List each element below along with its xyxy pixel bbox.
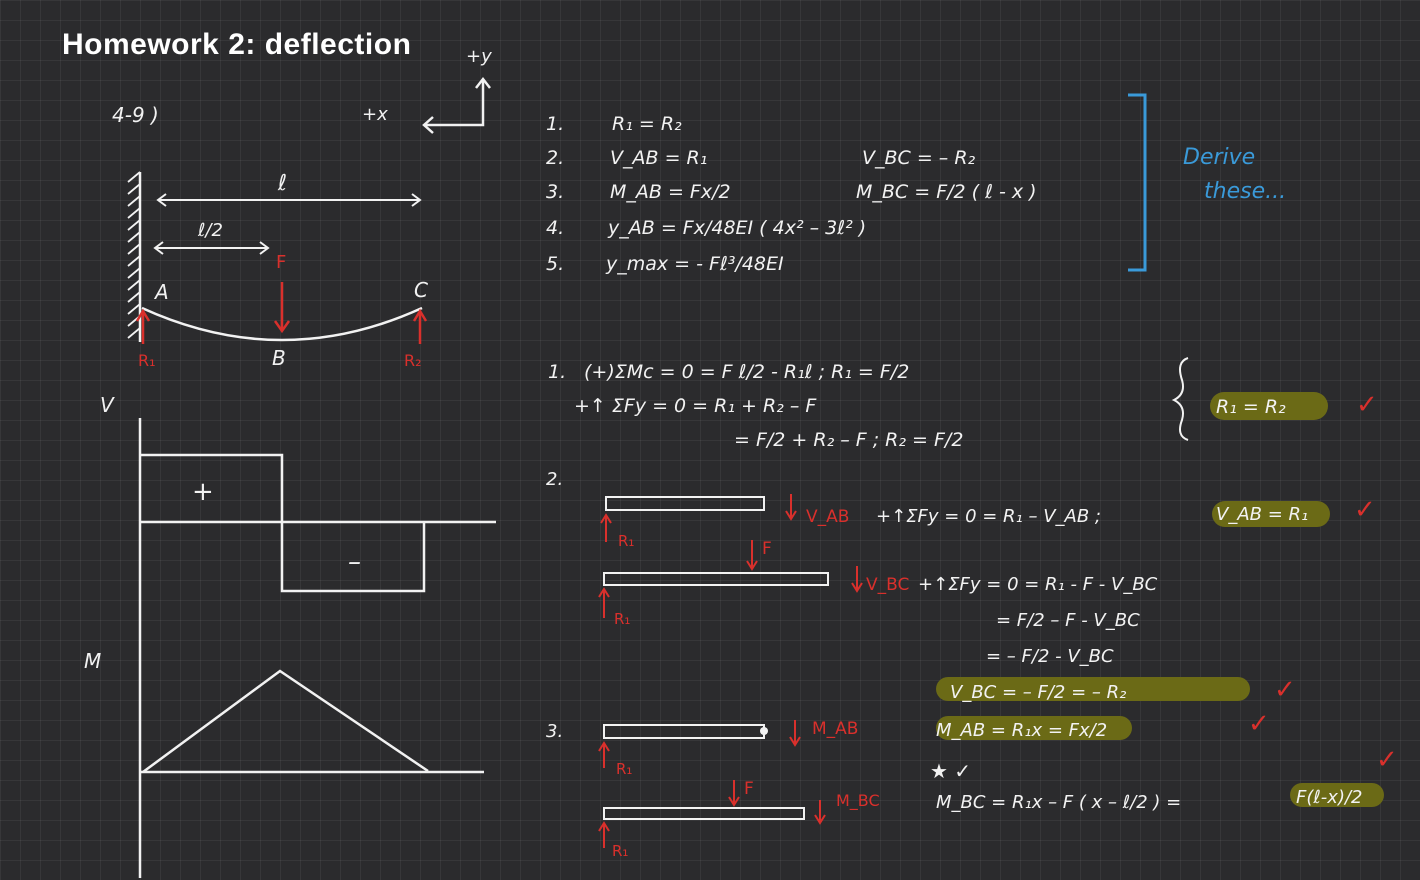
load-arrows xyxy=(135,282,428,344)
length-label: ℓ xyxy=(277,171,287,196)
coordinate-axes xyxy=(422,76,491,134)
shear-plus-sign: + xyxy=(192,477,214,507)
fbd-r1-label: R₁ xyxy=(618,532,634,550)
step-2-equation: = – F/2 - V_BC xyxy=(986,646,1114,667)
force-label: F xyxy=(276,252,286,273)
check-mark: ✓ xyxy=(1356,390,1378,420)
step-number: 1. xyxy=(548,361,566,383)
step-3-result: M_AB = R₁x = Fx/2 xyxy=(936,720,1107,741)
fbd-r1-label: R₁ xyxy=(616,760,632,778)
point-b-label: B xyxy=(272,346,286,370)
step-number: 2. xyxy=(546,469,563,490)
formula-number: 4. xyxy=(546,217,564,239)
formula-number: 5. xyxy=(546,253,564,275)
fbd-shear-label: V_BC xyxy=(866,575,909,595)
step-1-result: R₁ = R₂ xyxy=(1216,396,1286,418)
beam-sketch: ℓ ℓ/2 F A C B R₁ R₂ xyxy=(127,171,428,370)
r1-label: R₁ xyxy=(138,351,156,370)
step-3-result: F(ℓ-x)/2 xyxy=(1296,787,1363,808)
whiteboard-canvas: +y +x 4-9 ) ℓ ℓ/2 F A C B R₁ R₂ V + – M … xyxy=(84,46,1398,878)
formula-right: M_BC = F/2 ( ℓ - x ) xyxy=(856,181,1037,203)
step-2-result: V_AB = R₁ xyxy=(1216,504,1308,525)
fbd-arrows xyxy=(598,540,863,618)
step-3: 3. R₁ M_AB M_AB = R₁x = Fx/2 ✓ R₁ F M_BC… xyxy=(546,709,1398,860)
moment-label: M xyxy=(84,649,101,673)
check-mark: ✓ xyxy=(1354,495,1376,525)
wall-hatching xyxy=(127,171,141,339)
fbd-shear-label: V_AB xyxy=(806,507,849,527)
formula-number: 2. xyxy=(546,147,564,169)
fbd-r1-label: R₁ xyxy=(612,842,628,860)
step-1-line: = F/2 + R₂ – F ; R₂ = F/2 xyxy=(734,429,963,451)
step-1-line: (+)ΣMc = 0 = F ℓ/2 - R₁ℓ ; R₁ = F/2 xyxy=(584,361,909,383)
derive-bracket xyxy=(1128,93,1147,272)
fbd-force-label: F xyxy=(762,539,772,559)
length-dimension xyxy=(153,193,422,255)
formula-number: 3. xyxy=(546,181,564,203)
step-1-line: +↑ ΣFy = 0 = R₁ + R₂ – F xyxy=(574,395,817,417)
point-c-label: C xyxy=(414,278,428,302)
step-3-star: ★ ✓ xyxy=(930,759,971,783)
step-3-equation: M_BC = R₁x – F ( x – ℓ/2 ) = xyxy=(936,792,1181,813)
free-body-bar xyxy=(603,724,765,739)
free-body-bar xyxy=(605,496,765,511)
check-mark: ✓ xyxy=(1376,745,1398,775)
step-2: 2. R₁ V_AB +↑ΣFy = 0 = R₁ – V_AB ; V_AB … xyxy=(546,469,1376,705)
formula-left: R₁ = R₂ xyxy=(612,113,682,135)
check-mark: ✓ xyxy=(1274,675,1296,705)
formula-left: M_AB = Fx/2 xyxy=(610,181,731,203)
formula-left: y_AB = Fx/48EI ( 4x² – 3ℓ² ) xyxy=(607,217,866,239)
formula-right: V_BC = – R₂ xyxy=(862,147,976,169)
point-a-label: A xyxy=(153,280,169,304)
step-number: 3. xyxy=(546,721,563,742)
shear-minus-sign: – xyxy=(348,547,361,577)
r2-label: R₂ xyxy=(404,351,422,370)
formula-left: V_AB = R₁ xyxy=(610,147,707,169)
formula-left: y_max = - Fℓ³/48EI xyxy=(605,253,784,275)
step-2-equation: +↑ΣFy = 0 = R₁ - F - V_BC xyxy=(918,574,1158,595)
derive-note-line1: Derive xyxy=(1183,145,1255,170)
formula-list: 1. R₁ = R₂ 2. V_AB = R₁ V_BC = – R₂ 3. M… xyxy=(546,113,1037,275)
shear-label: V xyxy=(100,393,115,417)
formula-number: 1. xyxy=(546,113,564,135)
fbd-force-label: F xyxy=(744,779,754,799)
check-mark: ✓ xyxy=(1248,709,1270,739)
step-2-equation: = F/2 – F - V_BC xyxy=(996,610,1140,631)
problem-label: 4-9 ) xyxy=(112,103,159,127)
step-2-result: V_BC = – F/2 = – R₂ xyxy=(950,682,1126,703)
x-axis-label: +x xyxy=(362,104,388,125)
derive-note-line2: these... xyxy=(1204,179,1286,204)
free-body-bar xyxy=(603,572,829,586)
half-length-label: ℓ/2 xyxy=(197,220,223,241)
cut-point xyxy=(760,727,768,735)
fbd-moment-label: M_BC xyxy=(836,791,880,811)
fbd-moment-label: M_AB xyxy=(812,719,858,739)
y-axis-label: +y xyxy=(466,46,492,67)
step-1-brace xyxy=(1171,357,1189,441)
fbd-r1-label: R₁ xyxy=(614,610,630,628)
free-body-bar xyxy=(603,807,805,820)
step-2-equation: +↑ΣFy = 0 = R₁ – V_AB ; xyxy=(876,506,1101,527)
fbd-arrows xyxy=(598,780,826,848)
step-1: 1. (+)ΣMc = 0 = F ℓ/2 - R₁ℓ ; R₁ = F/2 +… xyxy=(548,357,1378,451)
moment-diagram xyxy=(140,669,484,774)
